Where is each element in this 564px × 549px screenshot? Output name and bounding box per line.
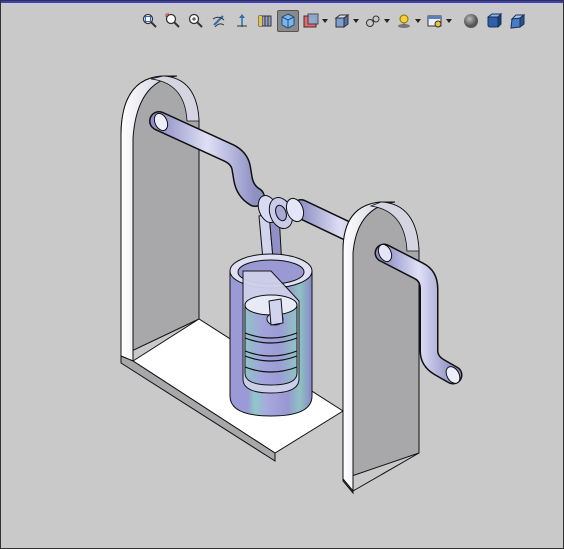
piston[interactable] bbox=[244, 294, 298, 386]
graphics-viewport[interactable] bbox=[0, 0, 564, 549]
model-canvas[interactable] bbox=[1, 1, 563, 548]
